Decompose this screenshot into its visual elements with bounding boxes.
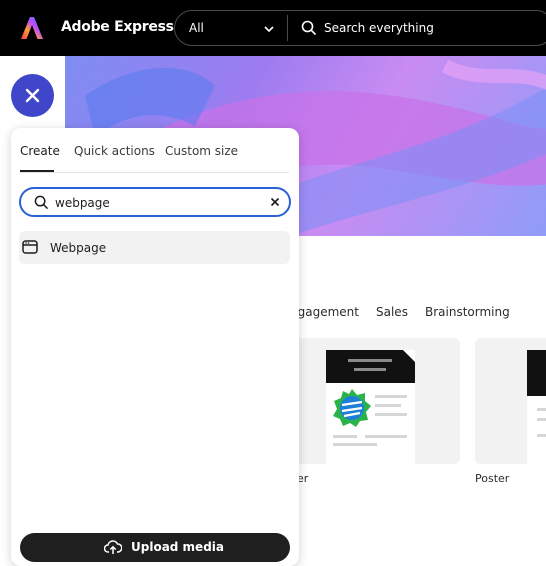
- template-thumbnail: [326, 350, 415, 464]
- search-icon: [34, 195, 49, 210]
- template-thumbnail: [527, 350, 546, 464]
- close-icon: [25, 88, 40, 103]
- tab-create[interactable]: Create: [20, 144, 60, 158]
- search-filter-value: All: [189, 21, 204, 35]
- clear-search-icon[interactable]: [270, 197, 280, 207]
- tab-quick-actions[interactable]: Quick actions: [74, 144, 155, 158]
- global-search-input[interactable]: Search everything: [324, 21, 434, 35]
- template-card-poster[interactable]: [475, 338, 546, 464]
- chevron-down-icon: [264, 26, 274, 33]
- search-result-label: Webpage: [50, 241, 107, 255]
- adobe-express-logo-icon[interactable]: [20, 16, 44, 40]
- close-button[interactable]: [11, 74, 54, 117]
- tab-divider: [20, 172, 289, 173]
- create-panel: Create Quick actions Custom size Webpage…: [11, 128, 299, 566]
- category-sales[interactable]: Sales: [376, 305, 408, 319]
- active-tab-indicator: [20, 170, 54, 172]
- panel-search: [19, 187, 291, 217]
- panel-search-input[interactable]: [55, 194, 255, 211]
- search-result-item[interactable]: Webpage: [19, 231, 290, 264]
- search-icon: [301, 20, 317, 36]
- search-divider: [287, 15, 288, 41]
- tab-custom-size[interactable]: Custom size: [165, 144, 238, 158]
- template-label: Poster: [475, 472, 510, 485]
- upload-media-button[interactable]: Upload media: [20, 533, 290, 562]
- upload-media-label: Upload media: [131, 540, 224, 554]
- category-engagement[interactable]: ngagement: [290, 305, 359, 319]
- top-bar: Adobe Express All Search everything: [0, 0, 546, 56]
- webpage-icon: [22, 240, 38, 254]
- app-title: Adobe Express: [61, 19, 174, 35]
- upload-cloud-icon: [104, 540, 122, 554]
- global-search: All Search everything: [174, 10, 546, 46]
- search-filter-dropdown[interactable]: All: [175, 11, 287, 45]
- category-brainstorming[interactable]: Brainstorming: [425, 305, 510, 319]
- template-card[interactable]: [275, 338, 460, 464]
